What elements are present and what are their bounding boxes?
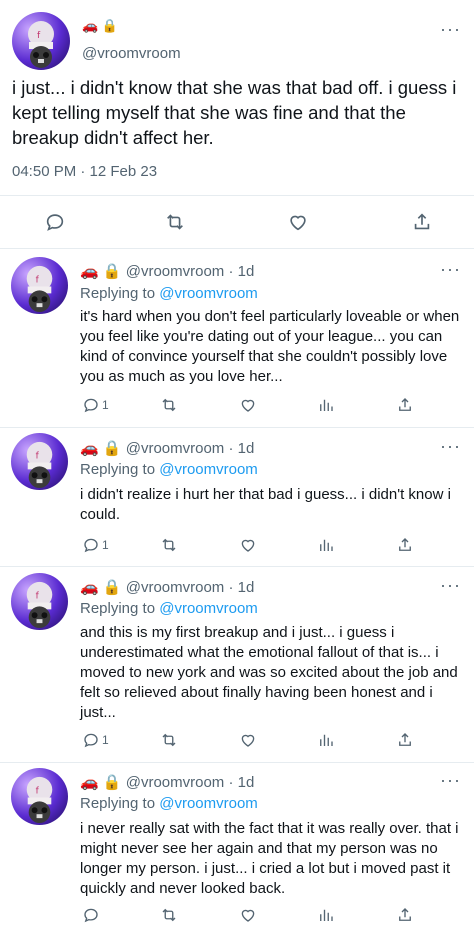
like-icon[interactable] (287, 211, 309, 233)
reply-time[interactable]: 1d (238, 440, 255, 457)
share-icon[interactable] (396, 535, 414, 555)
reply-text: i never really sat with the fact that it… (80, 820, 459, 897)
replying-to-link[interactable]: @vroomvroom (159, 461, 258, 478)
lock-icon: 🔒 (102, 440, 122, 457)
share-icon[interactable] (396, 905, 414, 925)
avatar[interactable]: f (11, 768, 68, 825)
reply-icon[interactable]: 1 (82, 730, 109, 750)
lock-icon: 🔒 (102, 774, 122, 791)
analytics-icon[interactable] (317, 905, 335, 925)
reply-text: and this is my first breakup and i just.… (80, 624, 458, 721)
lock-icon: 🔒 (101, 18, 118, 33)
reply-text: it's hard when you don't feel particular… (80, 308, 460, 385)
replying-to-link[interactable]: @vroomvroom (159, 285, 258, 302)
divider (0, 248, 474, 249)
tweet-timestamp[interactable]: 04:50 PM · 12 Feb 23 (12, 163, 157, 180)
avatar[interactable]: f (12, 12, 70, 70)
retweet-icon[interactable] (160, 395, 178, 415)
replying-to: Replying to @vroomvroom (80, 600, 258, 617)
reply-icon[interactable]: 1 (82, 535, 109, 555)
car-icon: 🚗 (82, 18, 99, 33)
replying-to-link[interactable]: @vroomvroom (159, 600, 258, 617)
author-handle[interactable]: @vroomvroom (126, 263, 225, 280)
reply-header: 🚗 🔒 @vroomvroom · 1d (80, 579, 255, 596)
retweet-icon[interactable] (160, 905, 178, 925)
author-handle[interactable]: @vroomvroom (126, 774, 225, 791)
reply-icon[interactable]: 1 (82, 395, 109, 415)
reply-text: i didn't realize i hurt her that bad i g… (80, 486, 451, 523)
retweet-icon[interactable] (164, 211, 186, 233)
like-icon[interactable] (239, 905, 257, 925)
author-handle[interactable]: @vroomvroom (82, 45, 181, 62)
divider (0, 427, 474, 428)
replying-to: Replying to @vroomvroom (80, 795, 258, 812)
reply-icon[interactable] (82, 905, 100, 925)
reply-time[interactable]: 1d (238, 579, 255, 596)
like-icon[interactable] (239, 395, 257, 415)
lock-icon: 🔒 (102, 579, 122, 596)
reply-header: 🚗 🔒 @vroomvroom · 1d (80, 440, 255, 457)
car-icon: 🚗 (80, 263, 99, 280)
replying-to: Replying to @vroomvroom (80, 461, 258, 478)
share-icon[interactable] (396, 730, 414, 750)
like-icon[interactable] (239, 535, 257, 555)
avatar[interactable]: f (11, 573, 68, 630)
lock-icon: 🔒 (102, 263, 122, 280)
reply-header: 🚗 🔒 @vroomvroom · 1d (80, 263, 255, 280)
tweet-text: i just... i didn't know that she was tha… (12, 77, 457, 148)
reply-time[interactable]: 1d (238, 263, 255, 280)
avatar[interactable]: f (11, 433, 68, 490)
more-options-icon[interactable]: ··· (440, 437, 461, 455)
more-options-icon[interactable]: ··· (440, 20, 461, 38)
car-icon: 🚗 (80, 440, 99, 457)
analytics-icon[interactable] (317, 535, 335, 555)
replying-to-link[interactable]: @vroomvroom (159, 795, 258, 812)
divider (0, 566, 474, 567)
retweet-icon[interactable] (160, 535, 178, 555)
share-icon[interactable] (411, 211, 433, 233)
reply-icon[interactable] (44, 211, 66, 233)
author-handle[interactable]: @vroomvroom (126, 579, 225, 596)
reply-count: 1 (102, 538, 109, 552)
reply-count: 1 (102, 733, 109, 747)
more-options-icon[interactable]: ··· (440, 771, 461, 789)
avatar[interactable]: f (11, 257, 68, 314)
divider (0, 195, 474, 196)
reply-count: 1 (102, 398, 109, 412)
reply-time[interactable]: 1d (238, 774, 255, 791)
analytics-icon[interactable] (317, 395, 335, 415)
reply-header: 🚗 🔒 @vroomvroom · 1d (80, 774, 255, 791)
author-handle[interactable]: @vroomvroom (126, 440, 225, 457)
badge-icons: 🚗 🔒 (82, 18, 118, 34)
divider (0, 762, 474, 763)
share-icon[interactable] (396, 395, 414, 415)
retweet-icon[interactable] (160, 730, 178, 750)
like-icon[interactable] (239, 730, 257, 750)
car-icon: 🚗 (80, 579, 99, 596)
more-options-icon[interactable]: ··· (440, 576, 461, 594)
car-icon: 🚗 (80, 774, 99, 791)
analytics-icon[interactable] (317, 730, 335, 750)
more-options-icon[interactable]: ··· (440, 260, 461, 278)
replying-to: Replying to @vroomvroom (80, 285, 258, 302)
